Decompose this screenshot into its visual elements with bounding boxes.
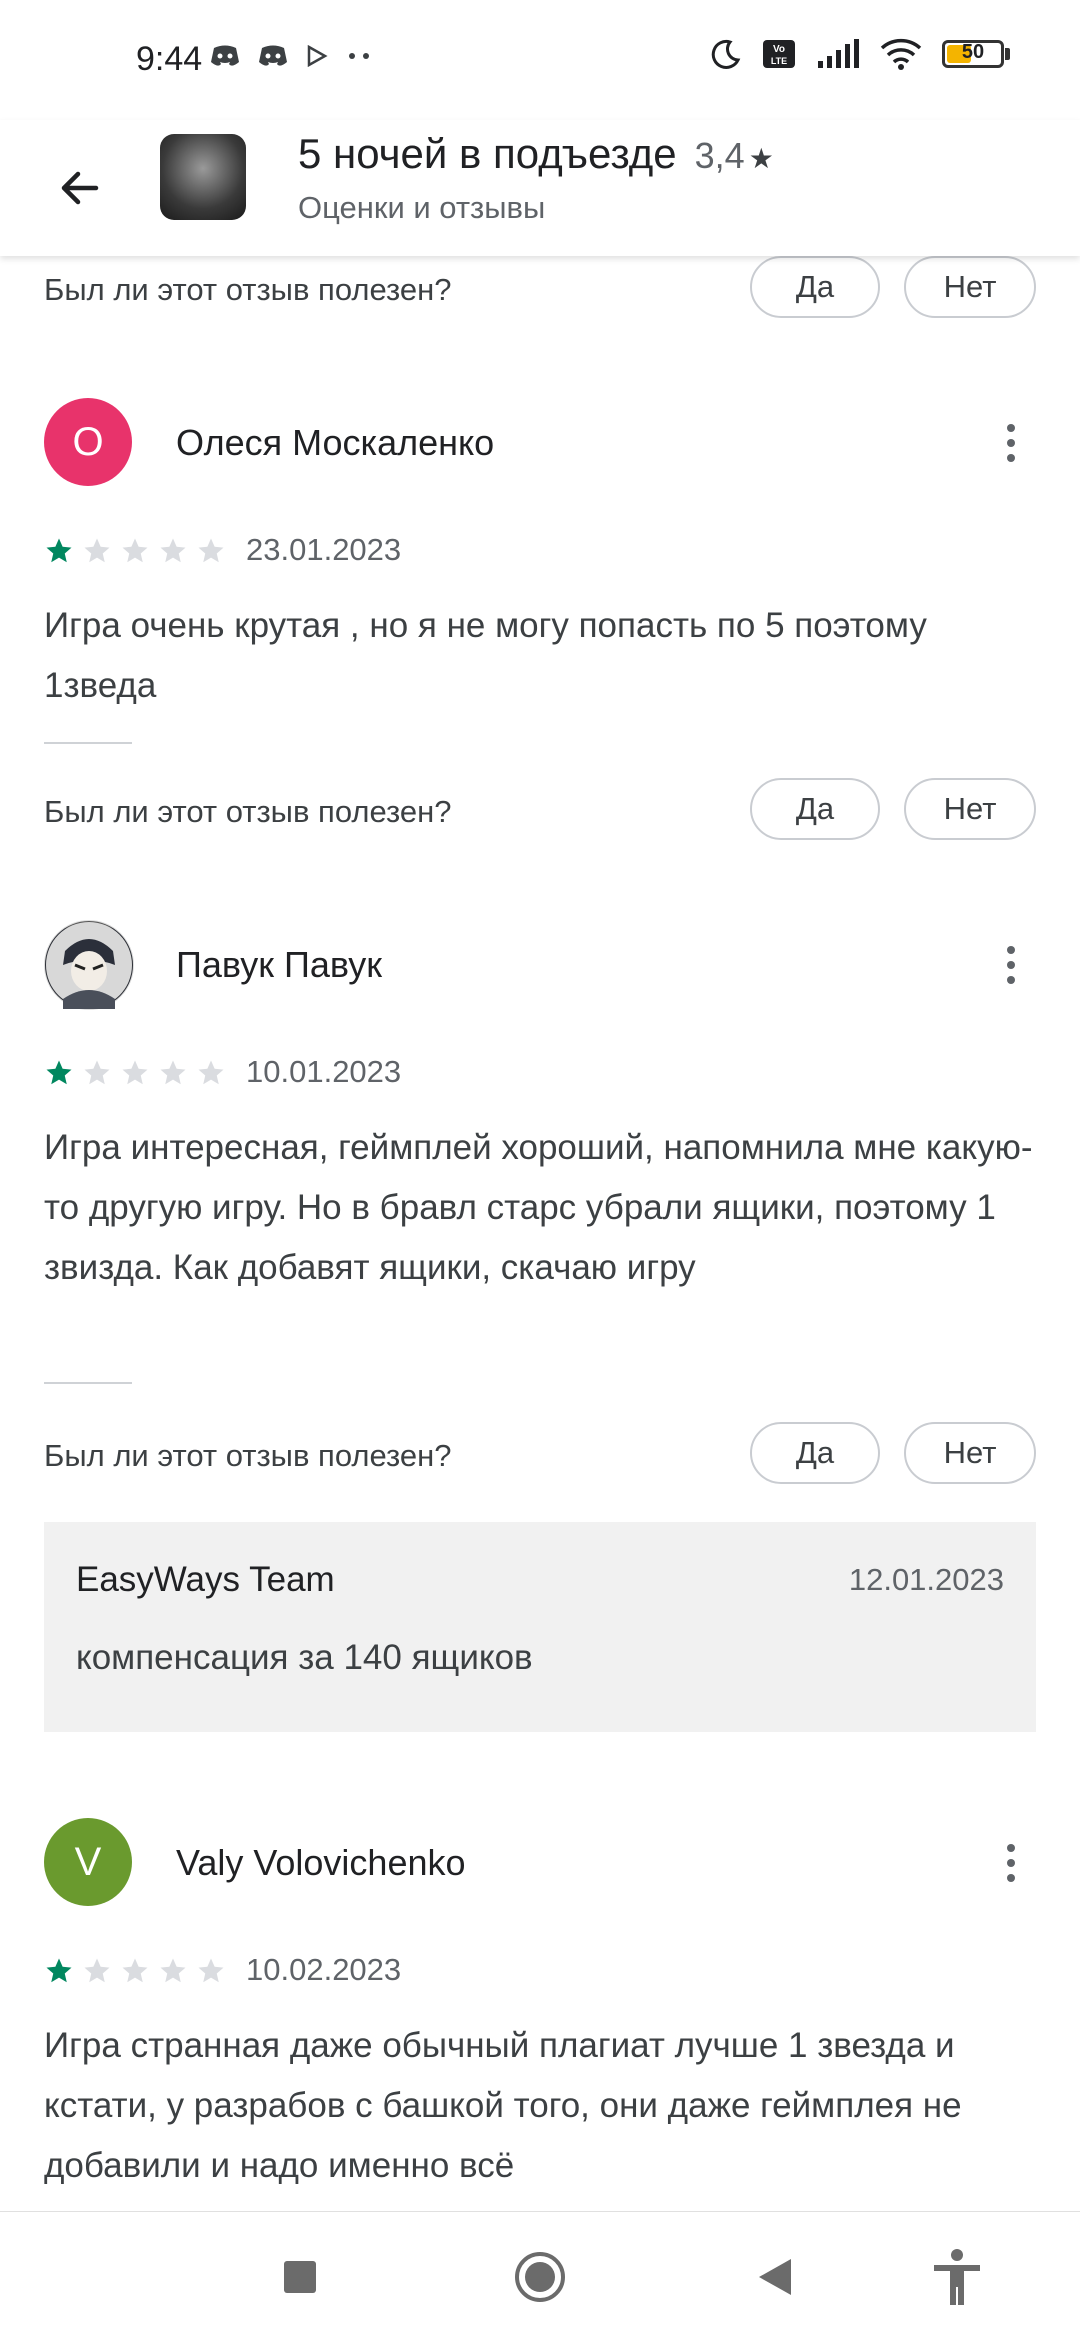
star-filled-icon <box>44 1956 74 1991</box>
review-text: Игра странная даже обычный плагиат лучше… <box>44 2026 962 2185</box>
helpful-question: Был ли этот отзыв полезен? <box>44 272 452 307</box>
recents-button[interactable] <box>265 2242 335 2312</box>
review-card: V Valy Volovichenko 10.02.2023 Игра стра… <box>44 1818 1036 2211</box>
star-empty-icon <box>158 1058 188 1093</box>
battery-percent: 50 <box>961 41 985 63</box>
star-empty-icon <box>196 1058 226 1093</box>
app-rating: 3,4 ★ <box>695 135 774 176</box>
star-empty-icon <box>82 1956 112 1991</box>
avatar-image <box>46 922 132 1009</box>
helpful-no-button[interactable]: Нет <box>904 1422 1036 1484</box>
developer-reply-text: компенсация за 140 ящиков <box>76 1638 533 1677</box>
triangle-back-icon <box>759 2259 791 2295</box>
review-date: 10.01.2023 <box>246 1054 402 1089</box>
status-time: 9:44 <box>136 40 203 78</box>
svg-text:Vo: Vo <box>773 44 785 55</box>
arrow-back-icon <box>61 171 99 205</box>
signal-icon <box>818 39 859 68</box>
home-button[interactable] <box>505 2242 575 2312</box>
page-subtitle: Оценки и отзывы <box>298 190 546 225</box>
volte-icon: VoLTE <box>763 40 795 68</box>
svg-text:LTE: LTE <box>771 56 787 66</box>
square-icon <box>284 2261 316 2293</box>
star-empty-icon <box>120 1956 150 1991</box>
developer-name: EasyWays Team <box>76 1560 335 1599</box>
review-text: Игра очень крутая , но я не могу попасть… <box>44 606 927 705</box>
helpful-row: Был ли этот отзыв полезен? Да Нет <box>44 1422 1036 1488</box>
helpful-no-button[interactable]: Нет <box>904 778 1036 840</box>
helpful-row: Был ли этот отзыв полезен? Да Нет <box>44 778 1036 844</box>
more-dots-icon <box>349 53 369 59</box>
more-options-button[interactable] <box>986 938 1036 992</box>
avatar: V <box>44 1818 132 1906</box>
more-options-button[interactable] <box>986 416 1036 470</box>
app-title-row: 5 ночей в подъезде 3,4 ★ <box>298 130 774 178</box>
review-date: 10.02.2023 <box>246 1952 402 1987</box>
discord-icon <box>259 45 287 66</box>
more-options-button[interactable] <box>986 1836 1036 1890</box>
battery-indicator: 50 <box>942 40 1010 68</box>
developer-reply-date: 12.01.2023 <box>848 1562 1004 1597</box>
helpful-yes-button[interactable]: Да <box>750 256 880 318</box>
battery-tip <box>1005 48 1010 60</box>
accessibility-icon <box>934 2249 980 2305</box>
review-author: Олеся Москаленко <box>176 422 495 463</box>
discord-icon <box>211 45 239 66</box>
avatar: О <box>44 398 132 486</box>
developer-reply: EasyWays Team 12.01.2023 компенсация за … <box>44 1522 1036 1732</box>
star-empty-icon <box>158 536 188 571</box>
helpful-row: Был ли этот отзыв полезен? Да Нет <box>44 256 1036 322</box>
star-empty-icon <box>120 1058 150 1093</box>
app-icon <box>160 134 246 220</box>
helpful-no-button[interactable]: Нет <box>904 256 1036 318</box>
status-bar: 9:44 Vo LTE 50 <box>0 0 1080 120</box>
divider <box>44 742 132 744</box>
star-rating <box>44 1058 226 1093</box>
star-empty-icon <box>196 1956 226 1991</box>
reviews-list[interactable]: Был ли этот отзыв полезен? Да Нет О Олес… <box>0 256 1080 2211</box>
review-author: Valy Volovichenko <box>176 1842 466 1883</box>
review-card: Павук Павук 10.01.2023 Игра интересная, … <box>44 920 1036 1384</box>
star-filled-icon <box>44 1058 74 1093</box>
star-rating <box>44 1956 226 1991</box>
star-empty-icon <box>158 1956 188 1991</box>
star-empty-icon <box>120 536 150 571</box>
review-date: 23.01.2023 <box>246 532 402 567</box>
battery-icon: 50 <box>942 40 1004 68</box>
status-notification-icons <box>210 44 372 68</box>
status-system-icons: Vo LTE 50 <box>710 38 1010 70</box>
moon-icon <box>711 39 741 69</box>
play-icon <box>307 45 328 67</box>
helpful-question: Был ли этот отзыв полезен? <box>44 794 452 829</box>
helpful-yes-button[interactable]: Да <box>750 1422 880 1484</box>
helpful-question: Был ли этот отзыв полезен? <box>44 1438 452 1473</box>
avatar <box>44 920 134 1010</box>
wifi-icon <box>880 38 922 70</box>
star-icon: ★ <box>748 143 774 174</box>
app-rating-value: 3,4 <box>694 135 745 176</box>
divider <box>44 1382 132 1384</box>
star-empty-icon <box>82 536 112 571</box>
app-title: 5 ночей в подъезде <box>298 130 677 177</box>
back-button[interactable] <box>40 148 120 228</box>
accessibility-button[interactable] <box>922 2242 992 2312</box>
circle-icon <box>515 2252 565 2302</box>
system-nav-bar <box>0 2211 1080 2341</box>
star-empty-icon <box>196 536 226 571</box>
star-filled-icon <box>44 536 74 571</box>
review-text: Игра интересная, геймплей хороший, напом… <box>44 1128 1033 1287</box>
back-nav-button[interactable] <box>740 2242 810 2312</box>
star-empty-icon <box>82 1058 112 1093</box>
review-author: Павук Павук <box>176 944 382 985</box>
star-rating <box>44 536 226 571</box>
app-header: 5 ночей в подъезде 3,4 ★ Оценки и отзывы <box>0 120 1080 256</box>
helpful-yes-button[interactable]: Да <box>750 778 880 840</box>
